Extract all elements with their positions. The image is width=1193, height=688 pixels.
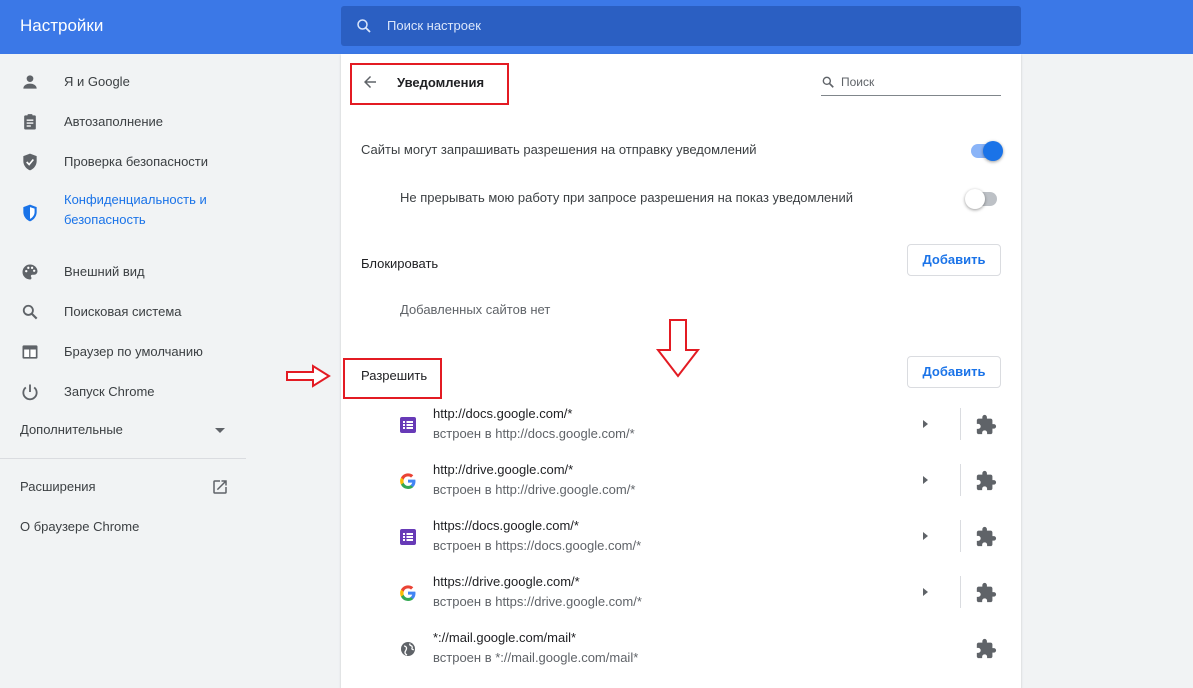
annotation-arrow-right-icon <box>286 364 331 388</box>
toggle-knob <box>983 141 1003 161</box>
sidebar-item-safety-check[interactable]: Проверка безопасности <box>0 142 246 182</box>
top-bar: Настройки Поиск настроек <box>0 0 1193 54</box>
sidebar-item-label: Внешний вид <box>64 264 145 279</box>
arrow-right-icon[interactable] <box>923 532 928 540</box>
row-separator <box>960 576 961 608</box>
site-embedded: встроен в https://drive.google.com/* <box>433 594 642 609</box>
puzzle-icon[interactable] <box>975 582 997 604</box>
sidebar-item-label: Браузер по умолчанию <box>64 344 203 359</box>
allowed-site-row[interactable]: http://drive.google.com/* встроен в http… <box>341 454 1021 510</box>
sidebar-about-chrome[interactable]: О браузере Chrome <box>20 519 139 534</box>
sidebar-divider <box>0 458 246 459</box>
shield-icon <box>23 153 37 171</box>
site-origin: http://drive.google.com/* <box>433 462 574 477</box>
puzzle-icon[interactable] <box>975 638 997 660</box>
site-embedded: встроен в *://mail.google.com/mail* <box>433 650 639 665</box>
shield-half-icon <box>23 204 37 222</box>
sidebar-item-on-startup[interactable]: Запуск Chrome <box>0 372 246 412</box>
site-embedded: встроен в http://drive.google.com/* <box>433 482 636 497</box>
sidebar-item-label: Проверка безопасности <box>64 154 209 169</box>
forms-icon <box>400 417 416 433</box>
arrow-right-icon[interactable] <box>923 588 928 596</box>
annotation-highlight-allow <box>343 358 442 399</box>
notifications-search-input[interactable]: Поиск <box>821 72 1001 96</box>
settings-search-input[interactable]: Поиск настроек <box>341 6 1021 46</box>
globe-icon <box>401 642 415 656</box>
search-icon <box>822 76 834 88</box>
puzzle-icon[interactable] <box>975 414 997 436</box>
sidebar-extensions-link[interactable]: Расширения <box>20 479 96 494</box>
sidebar-item-search-engine[interactable]: Поисковая система <box>0 292 246 332</box>
site-origin: *://mail.google.com/mail* <box>433 630 577 645</box>
search-placeholder: Поиск <box>841 75 875 89</box>
arrow-right-icon[interactable] <box>923 420 928 428</box>
block-add-button[interactable]: Добавить <box>907 244 1001 276</box>
sidebar-item-label: Поисковая система <box>64 304 182 319</box>
quiet-toggle[interactable] <box>965 189 997 209</box>
row-separator <box>960 408 961 440</box>
sidebar-item-default-browser[interactable]: Браузер по умолчанию <box>0 332 246 372</box>
search-icon <box>22 304 38 320</box>
app-title: Настройки <box>20 16 104 35</box>
puzzle-icon[interactable] <box>975 526 997 548</box>
site-origin: http://docs.google.com/* <box>433 406 573 421</box>
site-origin: https://docs.google.com/* <box>433 518 579 533</box>
sidebar-item-autofill[interactable]: Автозаполнение <box>0 102 246 142</box>
google-g-icon <box>400 473 416 489</box>
block-empty-text: Добавленных сайтов нет <box>400 302 551 317</box>
sidebar-item-privacy[interactable]: Конфиденциальность и безопасность <box>0 190 246 240</box>
annotation-highlight-title <box>350 63 509 105</box>
ask-toggle[interactable] <box>971 141 1003 161</box>
sidebar: Я и Google Автозаполнение Проверка безоп… <box>0 54 246 688</box>
block-heading: Блокировать <box>361 256 439 271</box>
sidebar-item-you-and-google[interactable]: Я и Google <box>0 62 246 102</box>
clipboard-icon <box>24 114 36 130</box>
sidebar-item-label: Автозаполнение <box>64 114 164 129</box>
site-origin: https://drive.google.com/* <box>433 574 580 589</box>
toggle-knob <box>965 189 985 209</box>
sidebar-item-label: Я и Google <box>64 74 130 89</box>
sidebar-item-label: Запуск Chrome <box>64 384 155 399</box>
person-icon <box>23 75 37 89</box>
browser-icon <box>22 345 38 359</box>
search-placeholder: Поиск настроек <box>387 18 481 33</box>
search-icon <box>357 19 371 33</box>
google-g-icon <box>400 585 416 601</box>
allowed-site-row[interactable]: https://docs.google.com/* встроен в http… <box>341 510 1021 566</box>
row-separator <box>960 520 961 552</box>
row-separator <box>960 464 961 496</box>
allowed-site-row[interactable]: https://drive.google.com/* встроен в htt… <box>341 566 1021 622</box>
puzzle-icon[interactable] <box>975 470 997 492</box>
allowed-site-row[interactable]: *://mail.google.com/mail* встроен в *://… <box>341 622 1021 678</box>
sidebar-item-label-line1: Конфиденциальность и <box>64 192 207 207</box>
sidebar-advanced[interactable]: Дополнительные <box>20 422 123 437</box>
quiet-setting-label: Не прерывать мою работу при запросе разр… <box>400 190 853 205</box>
open-in-new-icon[interactable] <box>211 478 229 496</box>
power-icon <box>22 384 38 401</box>
sidebar-item-label-line2: безопасность <box>64 212 146 227</box>
annotation-arrow-down-icon <box>655 319 701 378</box>
site-embedded: встроен в http://docs.google.com/* <box>433 426 635 441</box>
forms-icon <box>400 529 416 545</box>
palette-icon <box>22 264 38 280</box>
chevron-down-icon[interactable] <box>214 424 226 436</box>
ask-setting-label: Сайты могут запрашивать разрешения на от… <box>361 142 757 157</box>
sidebar-item-appearance[interactable]: Внешний вид <box>0 252 246 292</box>
allow-add-button[interactable]: Добавить <box>907 356 1001 388</box>
arrow-right-icon[interactable] <box>923 476 928 484</box>
allowed-site-row[interactable]: http://docs.google.com/* встроен в http:… <box>341 398 1021 454</box>
site-embedded: встроен в https://docs.google.com/* <box>433 538 642 553</box>
